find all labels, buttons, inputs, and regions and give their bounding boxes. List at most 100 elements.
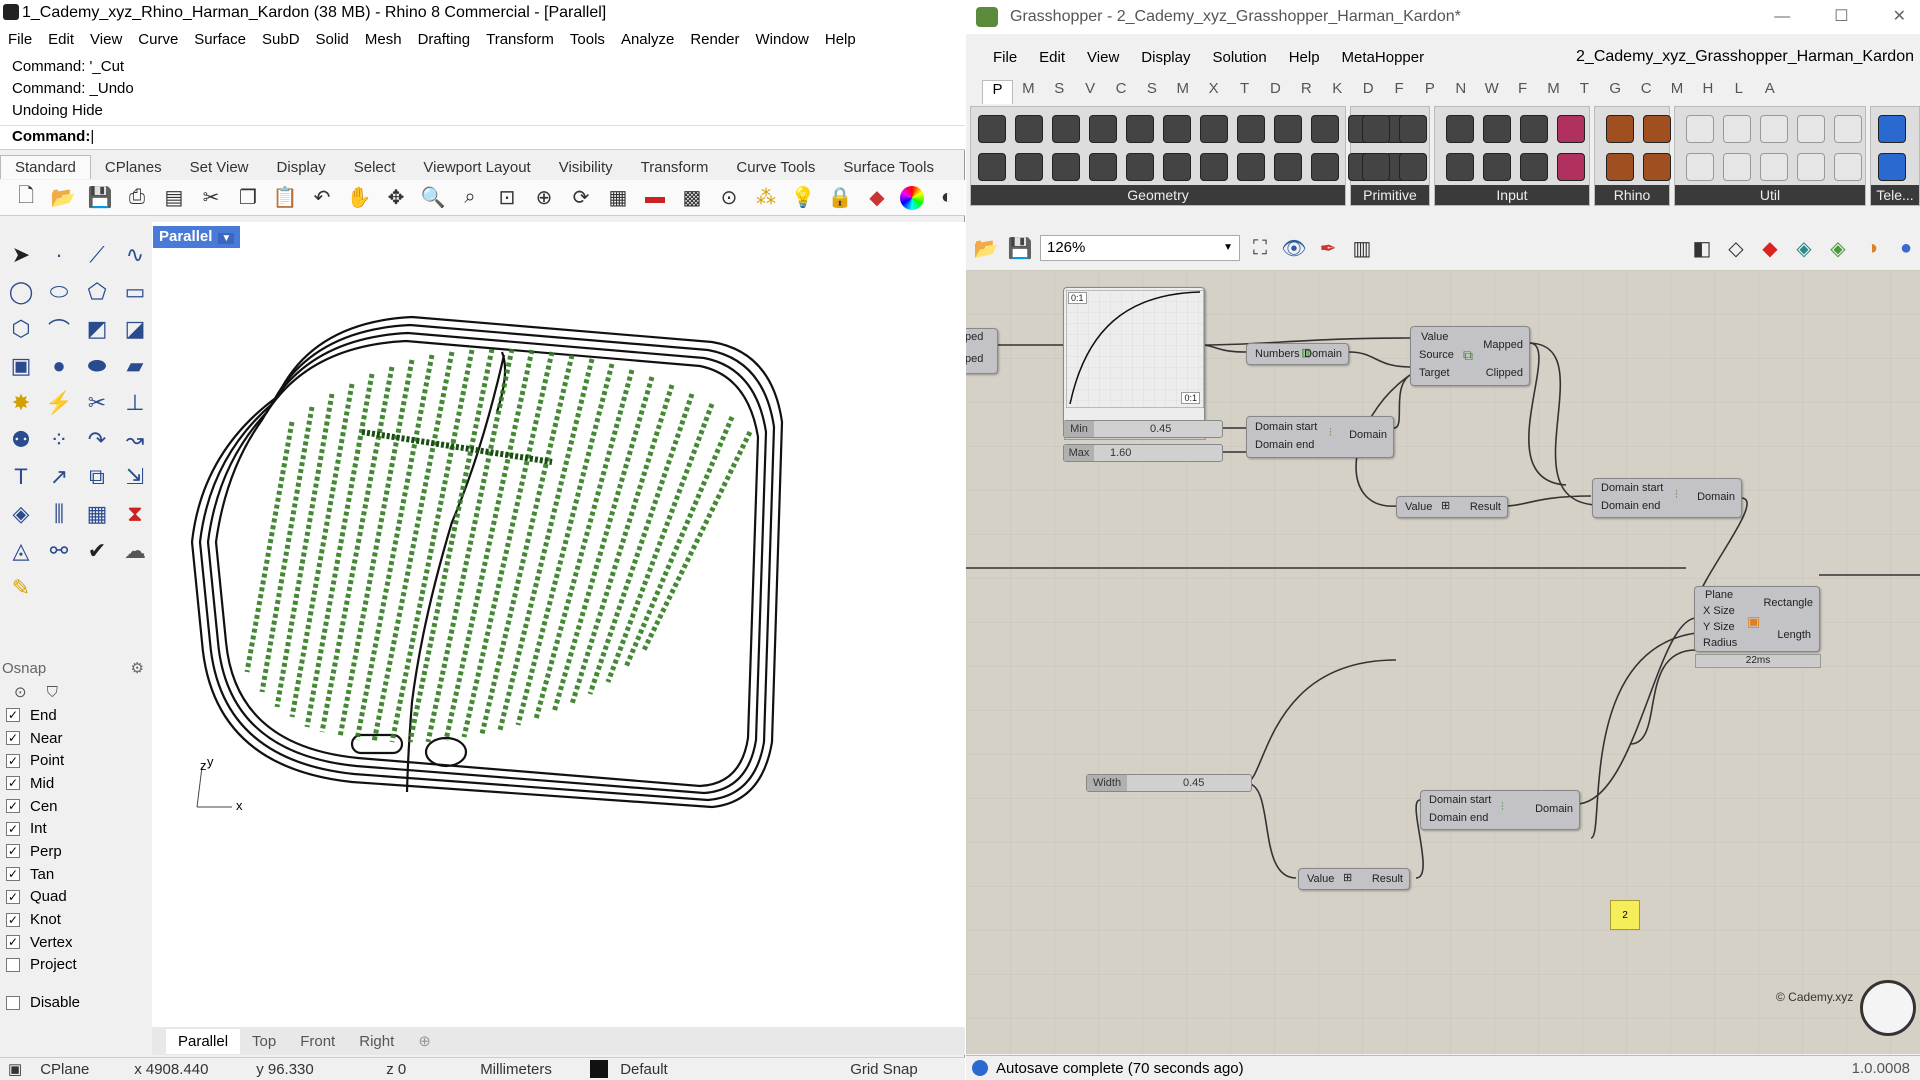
gh-category-tab[interactable]: F	[1507, 80, 1538, 104]
expression-1[interactable]: Value ⊞ Result	[1396, 496, 1508, 518]
expression-2[interactable]: Value ⊞ Result	[1298, 868, 1410, 890]
block-icon[interactable]: ⧉	[78, 458, 116, 495]
zoom-extents-icon[interactable]: ⛶	[1246, 234, 1274, 262]
gh-component-icon[interactable]	[1797, 115, 1825, 143]
gh-category-tab[interactable]: F	[1384, 80, 1415, 104]
gh-component-icon[interactable]	[1163, 115, 1191, 143]
panel-input-label[interactable]: Input	[1435, 185, 1589, 205]
osnap-checkbox[interactable]: ✓	[6, 776, 20, 791]
gh-component-icon[interactable]	[1237, 115, 1265, 143]
render-sphere-icon[interactable]: ◐	[933, 184, 961, 212]
osnap-mid[interactable]: ✓ Mid	[0, 772, 150, 795]
new-file-icon[interactable]: 🗋	[12, 184, 40, 212]
extrude-icon[interactable]: ▰	[116, 347, 154, 384]
zoom-selected-icon[interactable]: ⊕	[530, 184, 558, 212]
drape-icon[interactable]: ☁	[116, 532, 154, 569]
layer-color-swatch[interactable]	[590, 1060, 609, 1078]
gh-category-tab[interactable]: M	[1013, 80, 1044, 104]
osnap-checkbox[interactable]	[6, 957, 20, 972]
gh-component-icon[interactable]	[1089, 115, 1117, 143]
gh-menu-solution[interactable]: Solution	[1201, 49, 1277, 66]
close-icon[interactable]: ✕	[1893, 0, 1906, 34]
gh-menu-metahopper[interactable]: MetaHopper	[1331, 49, 1436, 66]
gh-component-icon[interactable]	[1606, 115, 1634, 143]
gh-component-icon[interactable]	[978, 153, 1006, 181]
circle-icon[interactable]: ◯	[2, 273, 40, 310]
preview-eye-icon[interactable]: 👁	[1280, 234, 1308, 262]
menu-mesh[interactable]: Mesh	[357, 31, 410, 48]
copy-icon[interactable]: ❐	[234, 184, 262, 212]
mesh-icon[interactable]: ◈	[2, 495, 40, 532]
viewport-title[interactable]: Parallel ▼	[153, 226, 241, 248]
curve-icon[interactable]: ∿	[116, 236, 154, 273]
menu-analyze[interactable]: Analyze	[613, 31, 682, 48]
move-icon[interactable]: ✥	[382, 184, 410, 212]
gh-category-tab[interactable]: G	[1600, 80, 1631, 104]
tab-transform[interactable]: Transform	[627, 156, 723, 179]
offset-icon[interactable]: ↝	[116, 421, 154, 458]
trim-icon[interactable]: ✂	[78, 384, 116, 421]
tab-cplanes[interactable]: CPlanes	[91, 156, 176, 179]
gh-component-icon[interactable]	[1878, 153, 1906, 181]
pan-hand-icon[interactable]: ✋	[345, 184, 373, 212]
properties-icon[interactable]: ▤	[160, 184, 188, 212]
gumball-icon[interactable]: ⫼	[40, 495, 78, 532]
preview-wireframe-icon[interactable]: ◧	[1688, 234, 1716, 262]
gh-category-tab[interactable]: V	[1075, 80, 1106, 104]
tab-select[interactable]: Select	[340, 156, 410, 179]
open-folder-icon[interactable]: 📂	[49, 184, 77, 212]
cylinder-icon[interactable]: ⬬	[78, 347, 116, 384]
save-icon[interactable]: 💾	[1006, 234, 1034, 262]
osnap-perp[interactable]: ✓ Perp	[0, 840, 150, 863]
menu-window[interactable]: Window	[748, 31, 817, 48]
maximize-icon[interactable]: ☐	[1834, 0, 1848, 34]
gh-category-tab[interactable]: C	[1631, 80, 1662, 104]
gh-component-icon[interactable]	[1052, 153, 1080, 181]
rotate-view-icon[interactable]: ⟳	[567, 184, 595, 212]
gh-component-icon[interactable]	[1686, 153, 1714, 181]
check-icon[interactable]: ✔	[78, 532, 116, 569]
gear-icon[interactable]: ⚙	[131, 658, 144, 680]
gh-menu-help[interactable]: Help	[1278, 49, 1331, 66]
add-viewport-icon[interactable]: ⊕	[406, 1028, 443, 1054]
history-icon[interactable]: ⚯	[40, 532, 78, 569]
color-wheel-icon[interactable]	[900, 185, 924, 210]
gh-category-tab[interactable]: R	[1291, 80, 1322, 104]
transform-icon[interactable]: ⇲	[116, 458, 154, 495]
sketch-pen-icon[interactable]: ✒	[1314, 234, 1342, 262]
osnap-checkbox[interactable]: ✓	[6, 867, 20, 882]
plane-icon[interactable]: ◪	[116, 310, 154, 347]
analyze-icon[interactable]: ◬	[2, 532, 40, 569]
gh-canvas[interactable]: ped ped 0:1 0:1 9ms Numbers ▥ Domain Val…	[966, 270, 1920, 1054]
gh-category-tab[interactable]: W	[1476, 80, 1507, 104]
gh-component-icon[interactable]	[1015, 153, 1043, 181]
rectangle-icon[interactable]: ▭	[116, 273, 154, 310]
group-icon[interactable]: ⚉	[2, 421, 40, 458]
gh-component-icon[interactable]	[1878, 115, 1906, 143]
mesh-settings-icon[interactable]: ◈	[1824, 234, 1852, 262]
osnap-checkbox[interactable]: ✓	[6, 912, 20, 927]
gh-component-icon[interactable]	[1362, 153, 1390, 181]
gh-component-icon[interactable]	[1274, 153, 1302, 181]
gh-component-icon[interactable]	[1760, 115, 1788, 143]
menu-transform[interactable]: Transform	[478, 31, 562, 48]
osnap-checkbox[interactable]: ✓	[6, 753, 20, 768]
osnap-near[interactable]: ✓ Near	[0, 727, 150, 750]
array-icon[interactable]: ⁘	[40, 421, 78, 458]
gh-component-icon[interactable]	[1089, 153, 1117, 181]
tab-standard[interactable]: Standard	[0, 155, 91, 179]
osnap-quad[interactable]: ✓ Quad	[0, 886, 150, 909]
open-file-icon[interactable]: 📂	[972, 234, 1000, 262]
pencil-icon[interactable]: ✎	[2, 569, 40, 606]
point-icon[interactable]: ·	[40, 236, 78, 273]
gh-component-icon[interactable]	[978, 115, 1006, 143]
gh-component-icon[interactable]	[1834, 115, 1862, 143]
material-icon[interactable]: ◑	[1858, 234, 1886, 262]
gh-component-icon[interactable]	[1015, 115, 1043, 143]
gh-component-icon[interactable]	[1200, 115, 1228, 143]
osnap-vertex[interactable]: ✓ Vertex	[0, 931, 150, 954]
dimension-icon[interactable]: ↗	[40, 458, 78, 495]
gh-category-tab[interactable]: N	[1445, 80, 1476, 104]
save-icon[interactable]: 💾	[86, 184, 114, 212]
polyline-icon[interactable]: ⟋	[78, 236, 116, 273]
